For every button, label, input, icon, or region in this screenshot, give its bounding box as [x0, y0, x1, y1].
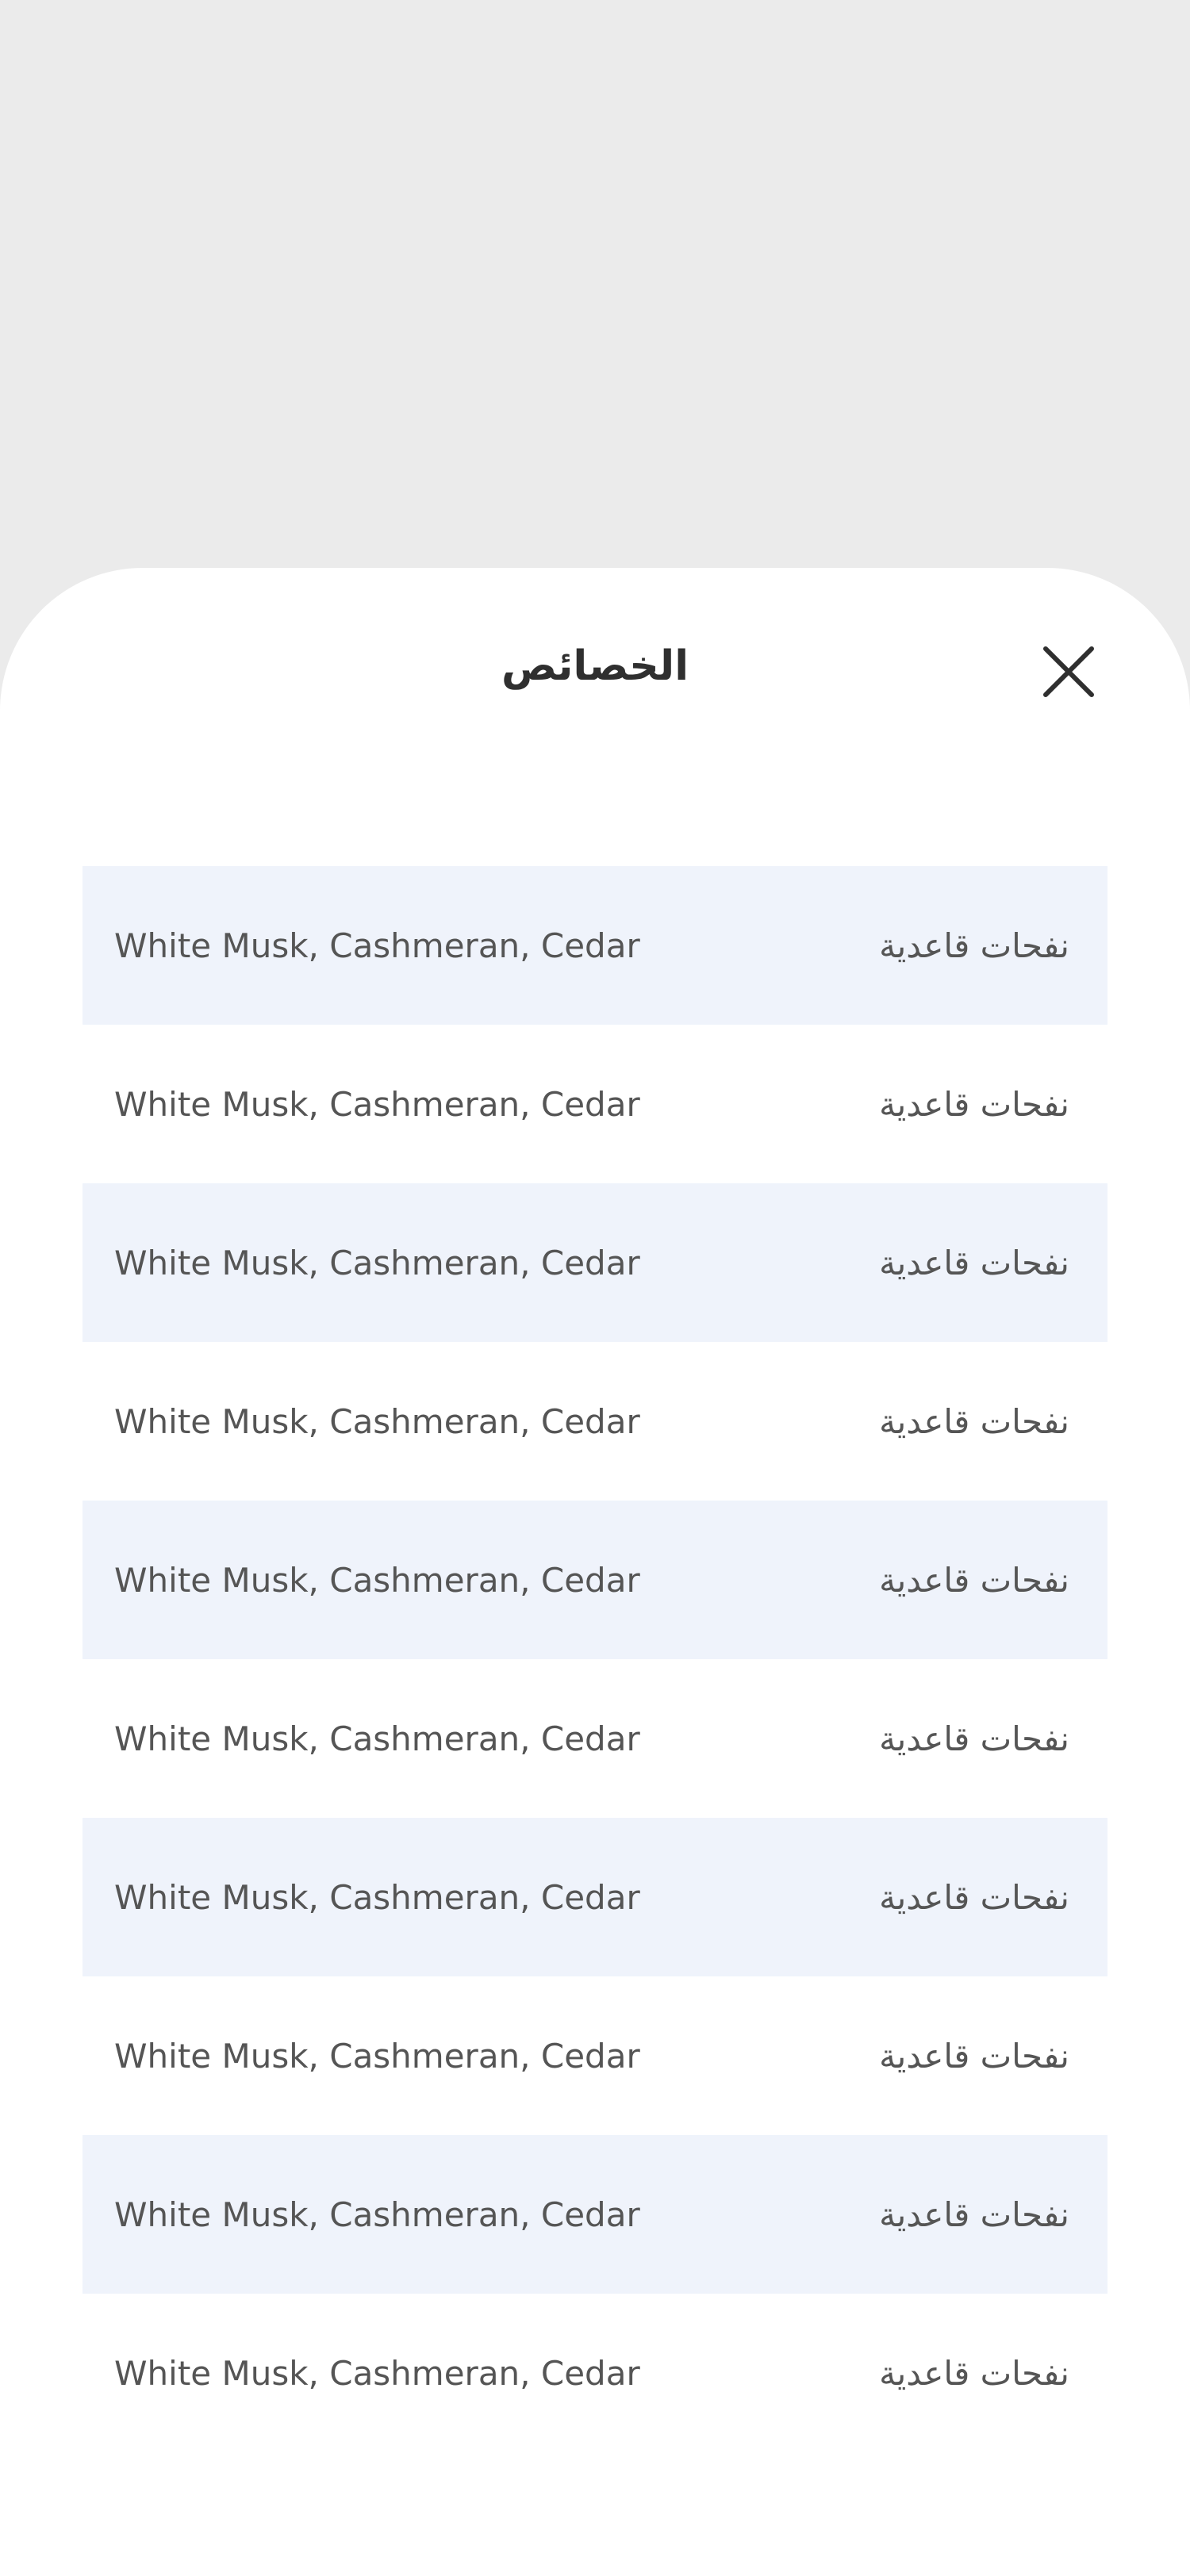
close-icon [1043, 646, 1094, 697]
sheet-title: الخصائص [501, 642, 689, 690]
attribute-value: White Musk, Cashmeran, Cedar [114, 926, 640, 965]
attribute-value: White Musk, Cashmeran, Cedar [114, 1243, 640, 1282]
attribute-label: نفحات قاعدية [879, 1560, 1069, 1600]
attribute-value: White Musk, Cashmeran, Cedar [114, 1877, 640, 1917]
sheet-header: الخصائص [0, 568, 1190, 774]
attribute-row: White Musk, Cashmeran, Cedar نفحات قاعدي… [83, 1976, 1107, 2135]
attribute-value: White Musk, Cashmeran, Cedar [114, 1719, 640, 1758]
attribute-label: نفحات قاعدية [879, 2036, 1069, 2076]
attribute-row: White Musk, Cashmeran, Cedar نفحات قاعدي… [83, 2135, 1107, 2294]
attribute-row: White Musk, Cashmeran, Cedar نفحات قاعدي… [83, 1342, 1107, 1501]
attribute-row: White Musk, Cashmeran, Cedar نفحات قاعدي… [83, 1659, 1107, 1818]
attribute-row: White Musk, Cashmeran, Cedar نفحات قاعدي… [83, 2294, 1107, 2452]
attribute-row: White Musk, Cashmeran, Cedar نفحات قاعدي… [83, 1183, 1107, 1342]
attribute-row: White Musk, Cashmeran, Cedar نفحات قاعدي… [83, 1501, 1107, 1659]
attributes-bottom-sheet: الخصائص White Musk, Cashmeran, Cedar نفح… [0, 568, 1190, 2576]
attribute-label: نفحات قاعدية [879, 926, 1069, 965]
overlay-backdrop[interactable] [0, 0, 1190, 603]
attribute-label: نفحات قاعدية [879, 1401, 1069, 1441]
close-button[interactable] [1031, 634, 1106, 709]
attribute-label: نفحات قاعدية [879, 1719, 1069, 1758]
attribute-label: نفحات قاعدية [879, 1243, 1069, 1282]
attribute-value: White Musk, Cashmeran, Cedar [114, 2353, 640, 2393]
attribute-value: White Musk, Cashmeran, Cedar [114, 2195, 640, 2234]
attribute-row: White Musk, Cashmeran, Cedar نفحات قاعدي… [83, 1818, 1107, 1976]
attribute-label: نفحات قاعدية [879, 1877, 1069, 1917]
attribute-value: White Musk, Cashmeran, Cedar [114, 1560, 640, 1600]
attribute-value: White Musk, Cashmeran, Cedar [114, 2036, 640, 2076]
attributes-list: White Musk, Cashmeran, Cedar نفحات قاعدي… [83, 866, 1107, 2452]
attribute-value: White Musk, Cashmeran, Cedar [114, 1401, 640, 1441]
attribute-value: White Musk, Cashmeran, Cedar [114, 1084, 640, 1124]
attribute-label: نفحات قاعدية [879, 2353, 1069, 2393]
attribute-row: White Musk, Cashmeran, Cedar نفحات قاعدي… [83, 1025, 1107, 1183]
attribute-label: نفحات قاعدية [879, 1084, 1069, 1124]
attribute-label: نفحات قاعدية [879, 2195, 1069, 2234]
attribute-row: White Musk, Cashmeran, Cedar نفحات قاعدي… [83, 866, 1107, 1025]
